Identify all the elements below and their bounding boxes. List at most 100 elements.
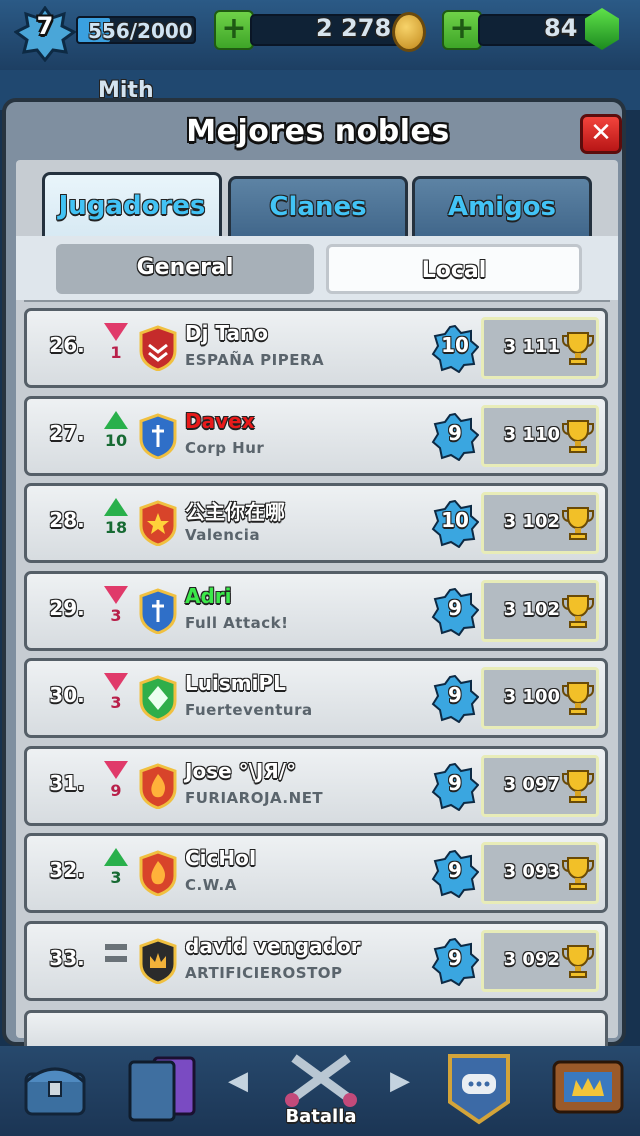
player-name[interactable]: Adri bbox=[185, 584, 232, 608]
trophy-count: 3 102 bbox=[503, 598, 560, 620]
flame-shield-badge bbox=[139, 762, 177, 809]
rank-change: 10 bbox=[103, 410, 129, 450]
trophy-icon bbox=[562, 594, 594, 628]
trophy-icon bbox=[562, 857, 594, 890]
player-level-value: 10 bbox=[441, 333, 469, 357]
player-level-value: 9 bbox=[448, 945, 462, 970]
table-row[interactable]: 26. 1 Dj Tano ESPAÑA PIPERA 10 3 111 bbox=[24, 308, 608, 388]
rank-number: 28. bbox=[49, 508, 85, 532]
gold-value: 2 278 bbox=[316, 14, 392, 42]
trophy-box: 3 102 bbox=[481, 492, 599, 554]
trophy-box: 3 097 bbox=[481, 754, 599, 817]
player-level-value: 9 bbox=[448, 420, 462, 445]
player-level-value: 9 bbox=[448, 683, 462, 707]
subtab-local[interactable]: Local bbox=[326, 244, 582, 294]
trophy-box: 3 110 bbox=[481, 404, 599, 467]
modal-title: Mejores nobles bbox=[186, 114, 450, 149]
table-row[interactable]: 27. 10 Davex Corp Hur 9 3 110 bbox=[24, 395, 608, 476]
clan-name[interactable]: Full Attack! bbox=[185, 614, 288, 632]
rank-change-value: 3 bbox=[110, 693, 122, 712]
battle-swords-icon[interactable] bbox=[278, 1052, 364, 1108]
rank-change: 9 bbox=[103, 760, 129, 800]
player-name[interactable]: david vengador bbox=[185, 934, 361, 958]
trophy-count: 3 093 bbox=[503, 861, 560, 882]
table-row[interactable]: 33. david vengador ARTIFICIEROSTOP 9 3 0… bbox=[24, 920, 608, 1001]
trophy-count: 3 100 bbox=[503, 686, 560, 707]
rank-change: 18 bbox=[103, 498, 129, 537]
rank-change bbox=[103, 936, 129, 964]
player-level-value: 10 bbox=[441, 508, 469, 532]
chevron-badge bbox=[139, 325, 177, 371]
clan-name[interactable]: Corp Hur bbox=[185, 439, 264, 457]
player-level-value: 9 bbox=[448, 858, 462, 882]
trophy-count: 3 102 bbox=[503, 511, 560, 532]
player-level-value: 9 bbox=[448, 595, 462, 620]
rank-number: 27. bbox=[49, 420, 85, 445]
flame-shield-badge bbox=[139, 850, 177, 896]
sword-shield-badge bbox=[139, 587, 177, 634]
xp-text: 556/2000 bbox=[88, 19, 193, 43]
rank-change: 3 bbox=[103, 673, 129, 712]
trophy-icon bbox=[562, 682, 594, 715]
clan-name[interactable]: FURIAROJA.NET bbox=[185, 789, 323, 807]
rank-change-value: 3 bbox=[110, 605, 122, 625]
diamond-shield-badge bbox=[139, 675, 177, 721]
list-divider bbox=[24, 300, 610, 302]
chest-icon[interactable] bbox=[20, 1052, 90, 1122]
buy-gems-button[interactable]: + bbox=[442, 10, 482, 50]
chat-icon[interactable] bbox=[444, 1052, 514, 1126]
table-row[interactable]: 30. 3 LuismiPL Fuerteventura 9 3 100 bbox=[24, 658, 608, 738]
trophy-box: 3 093 bbox=[481, 842, 599, 904]
clan-name[interactable]: Valencia bbox=[185, 526, 260, 544]
tab-jugadores[interactable]: Jugadores bbox=[42, 172, 222, 238]
rank-number: 33. bbox=[49, 945, 85, 970]
player-level-value: 9 bbox=[448, 770, 462, 795]
player-name[interactable]: 公主你在哪 bbox=[185, 496, 285, 525]
table-row[interactable]: 28. 18 公主你在哪 Valencia 10 3 102 bbox=[24, 483, 608, 563]
player-name[interactable]: LuismiPL bbox=[185, 671, 286, 695]
trophy-icon bbox=[562, 507, 594, 540]
trophy-icon bbox=[562, 944, 594, 978]
rank-number: 29. bbox=[49, 595, 85, 620]
trophy-box: 3 111 bbox=[481, 317, 599, 379]
player-name[interactable]: Davex bbox=[185, 409, 255, 433]
rank-change: 3 bbox=[103, 848, 129, 887]
xp-bar: 556/2000 bbox=[76, 16, 196, 44]
table-row[interactable]: 31. 9 Jose °\JЯ/° FURIAROJA.NET 9 3 097 bbox=[24, 745, 608, 826]
trophy-box: 3 100 bbox=[481, 667, 599, 729]
clan-name[interactable]: ARTIFICIEROSTOP bbox=[185, 964, 343, 982]
rank-number: 32. bbox=[49, 858, 85, 882]
buy-gold-button[interactable]: + bbox=[214, 10, 254, 50]
clan-name[interactable]: C.W.A bbox=[185, 876, 237, 894]
tab-clanes[interactable]: Clanes bbox=[228, 176, 408, 238]
clan-name[interactable]: ESPAÑA PIPERA bbox=[185, 351, 324, 369]
table-row[interactable]: 32. 3 CicHoI C.W.A 9 3 093 bbox=[24, 833, 608, 913]
rank-change-value: 3 bbox=[110, 868, 122, 887]
rank-down-arrow-icon bbox=[104, 760, 128, 779]
rank-number: 31. bbox=[49, 770, 85, 795]
subtab-general[interactable]: General bbox=[56, 244, 314, 294]
tv-royale-icon[interactable] bbox=[550, 1052, 626, 1118]
leaderboard-modal: Mejores nobles ✕ Jugadores Clanes Amigos… bbox=[2, 98, 626, 1050]
rank-change: 3 bbox=[103, 585, 129, 625]
rank-change-value: 10 bbox=[104, 430, 128, 450]
rank-change-value: 18 bbox=[104, 518, 128, 537]
crown-shield-badge bbox=[139, 937, 177, 984]
cards-icon[interactable] bbox=[124, 1052, 204, 1122]
rank-change-value: 1 bbox=[110, 343, 122, 362]
player-name[interactable]: CicHoI bbox=[185, 846, 256, 870]
battle-label[interactable]: Batalla bbox=[274, 1106, 368, 1127]
nav-left-arrow-icon[interactable]: ◀ bbox=[228, 1066, 248, 1096]
clan-name[interactable]: Fuerteventura bbox=[185, 701, 313, 719]
rank-up-arrow-icon bbox=[104, 410, 128, 429]
player-name[interactable]: Jose °\JЯ/° bbox=[185, 759, 296, 783]
trophy-icon bbox=[562, 769, 594, 803]
player-name[interactable]: Dj Tano bbox=[185, 321, 268, 345]
trophy-count: 3 092 bbox=[503, 948, 560, 970]
close-button[interactable]: ✕ bbox=[580, 114, 622, 154]
tab-amigos[interactable]: Amigos bbox=[412, 176, 592, 238]
table-row-partial[interactable] bbox=[24, 1010, 608, 1050]
rank-change: 1 bbox=[103, 323, 129, 362]
nav-right-arrow-icon[interactable]: ▶ bbox=[390, 1066, 410, 1096]
table-row[interactable]: 29. 3 Adri Full Attack! 9 3 102 bbox=[24, 570, 608, 651]
